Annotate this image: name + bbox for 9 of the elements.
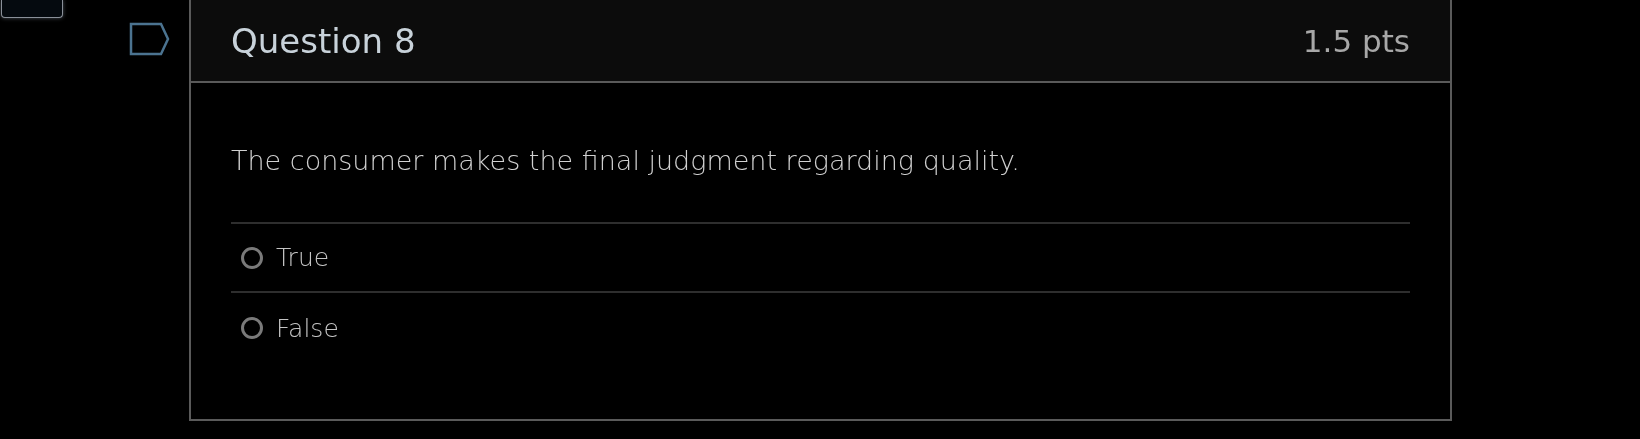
answer-label[interactable]: False [276, 313, 339, 343]
answer-label[interactable]: True [276, 243, 330, 272]
cut-off-button[interactable] [1, 0, 63, 18]
points-label: 1.5 pts [1302, 22, 1410, 59]
question-text: The consumer makes the final judgment regarding quality. [231, 145, 1021, 178]
radio-button[interactable] [241, 317, 263, 339]
radio-button[interactable] [241, 246, 263, 269]
question-title: Question 8 [231, 20, 416, 61]
flag-icon[interactable] [129, 22, 171, 56]
